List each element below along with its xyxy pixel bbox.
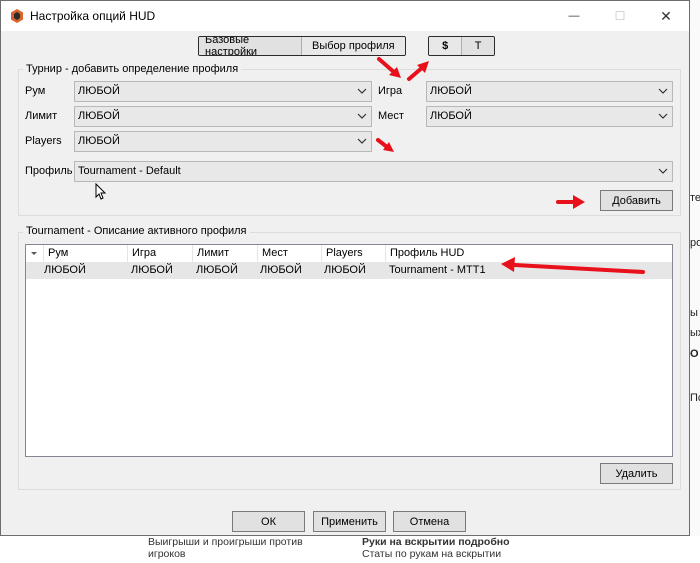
chevron-down-icon [357,138,367,144]
tab-cash[interactable]: $ [429,37,463,55]
background-app-bottom: Выигрыши и проигрыши против игроков Руки… [0,536,700,563]
column-header-players[interactable]: Players [322,245,386,262]
background-stat-description: Выигрыши и проигрыши против игроков [148,536,303,560]
annotation-arrow [377,57,429,81]
define-profile-group-title: Турнир - добавить определение профиля [23,63,242,75]
seats-select[interactable]: ЛЮБОЙ [426,106,673,127]
limit-select-value: ЛЮБОЙ [78,110,120,122]
title-bar[interactable]: Настройка опций HUD — ☐ ✕ [1,1,689,31]
background-text: Пс [690,392,700,404]
players-select-value: ЛЮБОЙ [78,135,120,147]
chevron-down-icon [357,88,367,94]
cell-room: ЛЮБОЙ [44,264,86,276]
limit-label: Лимит [25,110,58,122]
room-label: Рум [25,85,46,97]
close-button[interactable]: ✕ [643,1,689,31]
apply-button[interactable]: Применить [313,511,386,532]
background-stat-description: Руки на вскрытии подробно Статы по рукам… [362,536,510,560]
game-label: Игра [378,85,403,97]
cell-hud-profile: Tournament - MTT1 [389,264,486,276]
limit-select[interactable]: ЛЮБОЙ [74,106,372,127]
background-text: ро [690,237,700,249]
cell-limit: ЛЮБОЙ [196,264,238,276]
column-header-game[interactable]: Игра [128,245,193,262]
background-text: те [690,192,700,204]
tab-basic-settings[interactable]: Базовые настройки [199,37,302,55]
sort-triangle-icon [31,252,37,255]
window-title: Настройка опций HUD [30,9,156,23]
profile-select[interactable]: Tournament - Default [74,161,673,182]
chevron-down-icon [357,113,367,119]
delete-button[interactable]: Удалить [600,463,673,484]
cell-seats: ЛЮБОЙ [260,264,302,276]
column-header-limit[interactable]: Лимит [193,245,258,262]
cell-players: ЛЮБОЙ [324,264,366,276]
players-select[interactable]: ЛЮБОЙ [74,131,372,152]
seats-select-value: ЛЮБОЙ [430,110,472,122]
mouse-cursor-icon [95,183,107,200]
active-profile-group-title: Tournament - Описание активного профиля [23,225,250,237]
chevron-down-icon [658,113,668,119]
tab-tournament[interactable]: T [462,37,494,55]
background-app-right-edge [690,0,700,563]
players-label: Players [25,135,62,147]
game-select-value: ЛЮБОЙ [430,85,472,97]
sort-column[interactable] [26,245,44,262]
maximize-button[interactable]: ☐ [597,1,643,31]
currency-tabs: $ T [428,36,495,56]
column-header-room[interactable]: Рум [44,245,128,262]
chevron-down-icon [658,168,668,174]
background-text: O [690,348,699,360]
cell-game: ЛЮБОЙ [131,264,173,276]
chevron-down-icon [658,88,668,94]
add-button[interactable]: Добавить [600,190,673,211]
column-header-seats[interactable]: Мест [258,245,322,262]
profile-label: Профиль [25,165,73,177]
profile-select-value: Tournament - Default [78,165,181,177]
seats-label: Мест [378,110,404,122]
annotation-arrow [501,257,645,274]
background-text: ых [690,327,700,339]
game-select[interactable]: ЛЮБОЙ [426,81,673,102]
room-select-value: ЛЮБОЙ [78,85,120,97]
minimize-button[interactable]: — [551,1,597,31]
hud-app-icon [11,9,23,23]
background-text: ы [690,307,698,319]
ok-button[interactable]: ОК [232,511,305,532]
hud-options-dialog: Настройка опций HUD — ☐ ✕ Базовые настро… [0,0,690,536]
room-select[interactable]: ЛЮБОЙ [74,81,372,102]
cancel-button[interactable]: Отмена [393,511,466,532]
annotation-arrow [556,195,585,209]
annotation-arrow [376,138,394,152]
